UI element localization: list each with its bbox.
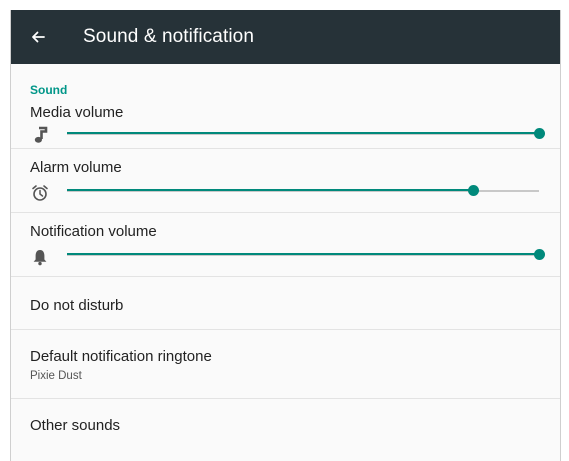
slider-fill bbox=[67, 189, 473, 191]
alarm-volume-label: Alarm volume bbox=[30, 159, 122, 176]
app-bar: Sound & notification bbox=[11, 10, 560, 64]
slider-thumb[interactable] bbox=[534, 128, 545, 139]
slider-fill bbox=[67, 253, 539, 255]
alarm-volume-slider[interactable] bbox=[67, 185, 539, 197]
media-volume-slider[interactable] bbox=[67, 128, 545, 140]
do-not-disturb-title: Do not disturb bbox=[30, 297, 124, 314]
slider-fill bbox=[67, 132, 539, 134]
page-title: Sound & notification bbox=[83, 26, 255, 47]
default-ringtone-item[interactable]: Default notification ringtone Pixie Dust bbox=[11, 330, 560, 399]
media-volume-label: Media volume bbox=[30, 104, 124, 121]
music-note-icon bbox=[34, 126, 48, 143]
alarm-clock-icon bbox=[32, 185, 48, 201]
other-sounds-title: Other sounds bbox=[30, 417, 121, 434]
slider-thumb[interactable] bbox=[467, 185, 479, 196]
default-ringtone-title: Default notification ringtone bbox=[30, 348, 212, 365]
notification-volume-setting: Notification volume bbox=[11, 213, 560, 277]
sound-section-header: Sound bbox=[30, 83, 68, 97]
do-not-disturb-item[interactable]: Do not disturb bbox=[11, 277, 560, 330]
default-ringtone-summary: Pixie Dust bbox=[30, 370, 82, 382]
back-button[interactable] bbox=[11, 10, 65, 64]
other-sounds-item[interactable]: Other sounds bbox=[11, 399, 560, 459]
notification-volume-slider[interactable] bbox=[67, 249, 545, 261]
notification-volume-label: Notification volume bbox=[30, 223, 157, 240]
settings-screen: Sound & notification Sound Media volume … bbox=[10, 10, 561, 461]
bell-icon bbox=[33, 250, 47, 266]
media-volume-setting: Media volume bbox=[11, 96, 560, 149]
slider-thumb[interactable] bbox=[534, 249, 545, 260]
alarm-volume-setting: Alarm volume bbox=[11, 149, 560, 213]
arrow-back-icon bbox=[32, 31, 45, 43]
